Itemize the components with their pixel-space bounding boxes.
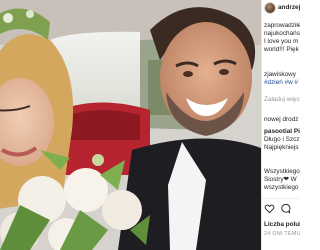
caption-line: najukochańs [264,30,300,37]
comment-line: Najpiękniejs [264,144,299,151]
likes-count[interactable]: Liczba polub [264,221,300,229]
heart-icon[interactable] [264,203,275,214]
wedding-couple-photo [0,0,261,250]
author-avatar[interactable] [264,2,276,14]
comment-line: nowej drodz [264,116,299,123]
comment-line: Wszystkiego [264,168,300,175]
post-date: 24 DNI TEMU [264,231,300,237]
post-photo[interactable] [0,0,261,250]
comment-line[interactable]: pasootial Pi [264,128,300,136]
comment-line: Długo i Szcz [264,136,300,143]
comment-line: Siostry❤ W [264,176,297,183]
caption-line: zaprowadziłe [264,22,300,29]
caption-line: I love you m [264,38,299,45]
caption-line: world!!! Pięk [264,46,299,53]
comment-icon[interactable] [280,203,291,214]
author-username[interactable]: andrzejpiase [278,4,300,12]
load-more-comments-link[interactable]: Załaduj więce [264,96,300,104]
post-side-panel: andrzejpiase zaprowadziłe najukochańs I … [261,0,300,250]
comment-line: wszystkiego [264,184,299,191]
hashtag-line[interactable]: #dzień #w # [264,79,298,87]
caption-line: zjawiskowy [264,71,296,78]
divider [262,198,300,199]
